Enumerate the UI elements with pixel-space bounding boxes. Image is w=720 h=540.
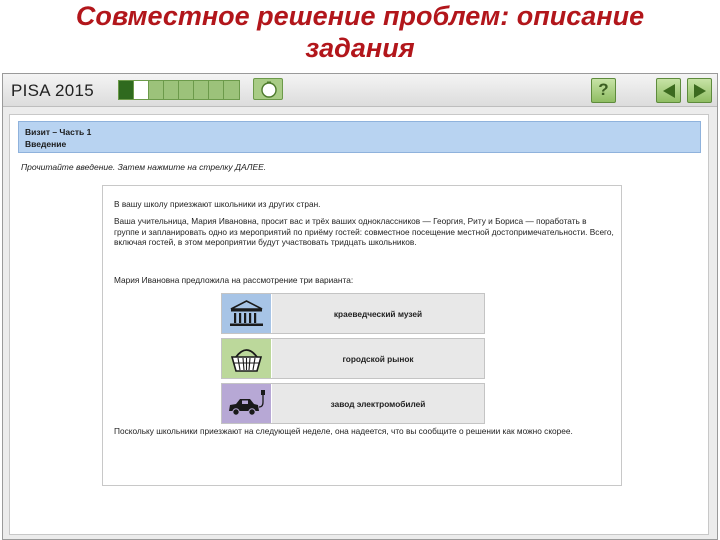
pisa-logo: PISA 2015 <box>11 81 95 100</box>
task-header: Визит – Часть 1 Введение <box>18 121 701 153</box>
option-museum: краеведческий музей <box>221 293 485 334</box>
timer-button[interactable] <box>253 78 283 100</box>
back-button[interactable] <box>656 78 681 103</box>
slide-title-line1: Совместное решение проблем: описание <box>75 1 645 31</box>
stimulus-content: В вашу школу приезжают школьники из друг… <box>102 185 622 486</box>
progress-segment <box>209 81 224 99</box>
museum-icon <box>222 294 271 333</box>
option-label: городской рынок <box>272 339 484 378</box>
electric-car-icon <box>222 384 271 423</box>
option-label: краеведческий музей <box>272 294 484 333</box>
intro-paragraph-1: В вашу школу приезжают школьники из друг… <box>114 199 321 209</box>
next-button[interactable] <box>687 78 712 103</box>
slide-title-line2: задания <box>305 33 415 63</box>
arrow-left-icon <box>663 84 675 98</box>
progress-segment <box>179 81 194 99</box>
market-basket-icon <box>222 339 271 378</box>
intro-paragraph-3: Мария Ивановна предложила на рассмотрени… <box>114 275 354 285</box>
progress-segment <box>149 81 164 99</box>
task-panel: Визит – Часть 1 Введение Прочитайте введ… <box>9 114 709 535</box>
progress-segment <box>194 81 209 99</box>
help-button[interactable]: ? <box>591 78 616 103</box>
progress-segment <box>164 81 179 99</box>
task-section-label: Введение <box>25 139 67 149</box>
top-toolbar: PISA 2015 ? <box>3 74 717 107</box>
progress-bar <box>118 80 240 100</box>
pisa-app-window: PISA 2015 ? Визит – Часть 1 Введение Про… <box>2 73 718 540</box>
closing-paragraph: Поскольку школьники приезжают на следующ… <box>114 426 573 436</box>
option-market: городской рынок <box>221 338 485 379</box>
question-mark-icon: ? <box>598 80 609 99</box>
intro-paragraph-2: Ваша учительница, Мария Ивановна, просит… <box>114 216 614 247</box>
progress-segment <box>119 81 134 99</box>
arrow-right-icon <box>694 84 706 98</box>
task-part-label: Визит – Часть 1 <box>25 127 92 137</box>
option-factory: завод электромобилей <box>221 383 485 424</box>
slide-title: Совместное решение проблем: описание зад… <box>0 0 720 70</box>
instruction-text: Прочитайте введение. Затем нажмите на ст… <box>21 162 267 172</box>
option-label: завод электромобилей <box>272 384 484 423</box>
progress-segment-current <box>134 81 149 99</box>
clock-icon <box>261 81 277 98</box>
progress-segment <box>224 81 239 99</box>
